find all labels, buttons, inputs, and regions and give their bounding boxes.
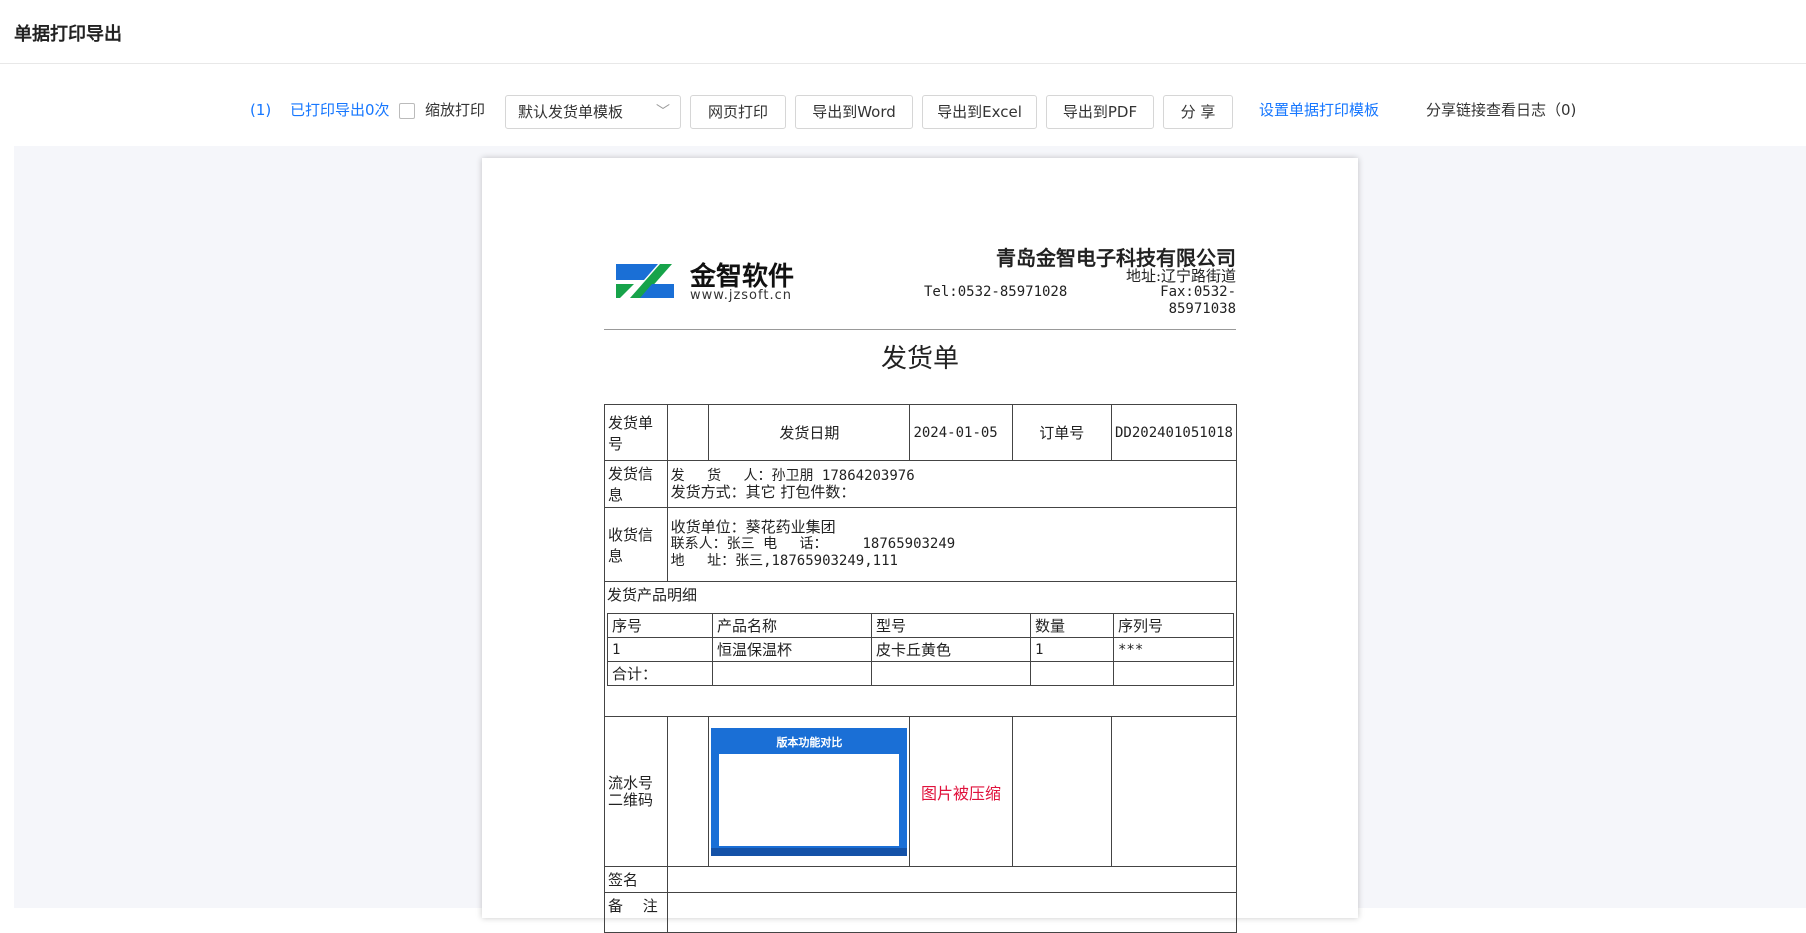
compressed-note: 图片被压缩 xyxy=(909,716,1013,867)
ship-info-line2: 发货方式：其它 打包件数： xyxy=(670,483,856,501)
share-button[interactable]: 分 享 xyxy=(1163,95,1233,129)
ship-info-line1: 发 货 人：孙卫朋 17864203976 xyxy=(670,468,915,484)
label-ship-no: 发货单号 xyxy=(604,404,668,461)
value-order-no: DD202401051018 xyxy=(1110,404,1238,461)
cell-qty: 1 xyxy=(1030,637,1114,662)
zoom-print-checkbox[interactable] xyxy=(399,103,415,119)
col-header: 序号 xyxy=(607,613,713,638)
company-fax: Fax:0532-85971038 xyxy=(1160,284,1236,317)
share-log-link[interactable]: 分享链接查看日志（0) xyxy=(1426,92,1576,128)
export-excel-button[interactable]: 导出到Excel xyxy=(922,95,1037,129)
total-row: 合计： xyxy=(607,661,1234,686)
company-logo: 金智软件 www.jzsoft.cn xyxy=(604,250,828,310)
page-header: 单据打印导出 xyxy=(0,0,1806,64)
cell-model: 皮卡丘黄色 xyxy=(871,637,1031,662)
label-remark: 备 注 xyxy=(604,892,668,933)
set-template-link[interactable]: 设置单据打印模板 xyxy=(1259,92,1379,128)
print-toolbar: (1) 已打印导出0次 缩放打印 默认发货单模板 ﹀ 网页打印 导出到Word … xyxy=(0,92,1806,136)
col-header: 产品名称 xyxy=(712,613,872,638)
table-row: 1 恒温保温杯 皮卡丘黄色 1 *** xyxy=(607,637,1234,662)
col-header: 数量 xyxy=(1030,613,1114,638)
cell-serial: *** xyxy=(1113,637,1234,662)
label-ship-info: 发货信息 xyxy=(604,460,668,508)
label-ship-date: 发货日期 xyxy=(708,404,911,461)
thumbnail-title: 版本功能对比 xyxy=(776,735,843,749)
printed-count-link[interactable]: 已打印导出0次 xyxy=(290,92,390,128)
export-word-button[interactable]: 导出到Word xyxy=(795,95,913,129)
products-section: 发货产品明细 序号 产品名称 型号 数量 序列号 1 恒温保温杯 皮卡丘黄色 1 xyxy=(604,581,1237,717)
qr-image-cell: 版本功能对比 xyxy=(708,716,911,867)
label-sign: 签名 xyxy=(604,866,668,893)
recv-info-line3: 地 址：张三,18765903249,111 xyxy=(670,553,898,569)
qr-thumbnail: 版本功能对比 xyxy=(711,727,908,856)
recv-info-line1: 收货单位：葵花药业集团 xyxy=(670,518,836,536)
export-pdf-button[interactable]: 导出到PDF xyxy=(1046,95,1154,129)
template-select-value: 默认发货单模板 xyxy=(518,103,624,121)
ship-info-cell: 发 货 人：孙卫朋 17864203976 发货方式：其它 打包件数： xyxy=(666,460,1238,508)
recv-info-cell: 收货单位：葵花药业集团 联系人：张三 电 话： 18765903249 地 址：… xyxy=(666,507,1238,582)
label-recv-info: 收货信息 xyxy=(604,507,668,582)
document-title: 发货单 xyxy=(880,344,959,374)
value-ship-no xyxy=(666,404,710,461)
zoom-print-label: 缩放打印 xyxy=(425,101,486,119)
record-index: (1) xyxy=(250,101,272,119)
company-tel: Tel:0532-85971028 xyxy=(924,284,1068,300)
col-header: 型号 xyxy=(871,613,1031,638)
cell-seq: 1 xyxy=(607,637,713,662)
total-label: 合计： xyxy=(607,661,713,686)
products-table: 序号 产品名称 型号 数量 序列号 1 恒温保温杯 皮卡丘黄色 1 *** 合计… xyxy=(607,613,1234,686)
header-divider xyxy=(604,329,1236,330)
web-print-button[interactable]: 网页打印 xyxy=(690,95,786,129)
company-address: 地址:辽宁路街道 xyxy=(1125,267,1236,285)
document-page: 金智软件 www.jzsoft.cn 青岛金智电子科技有限公司 地址:辽宁路街道… xyxy=(482,158,1358,933)
label-qr: 流水号二维码 xyxy=(604,716,668,867)
shipment-table: 发货单号 发货日期 2024-01-05 订单号 DD202401051018 … xyxy=(604,404,1238,933)
label-order-no: 订单号 xyxy=(1011,404,1112,461)
chevron-down-icon: ﹀ xyxy=(656,104,670,120)
col-header: 序列号 xyxy=(1113,613,1234,638)
cell-product: 恒温保温杯 xyxy=(712,637,872,662)
logo-url: www.jzsoft.cn xyxy=(690,288,792,303)
products-label: 发货产品明细 xyxy=(607,586,698,604)
template-select[interactable]: 默认发货单模板 ﹀ xyxy=(505,95,681,129)
recv-info-line2: 联系人：张三 电 话： 18765903249 xyxy=(670,536,956,552)
value-ship-date: 2024-01-05 xyxy=(909,404,1013,461)
page-title: 单据打印导出 xyxy=(14,24,122,45)
